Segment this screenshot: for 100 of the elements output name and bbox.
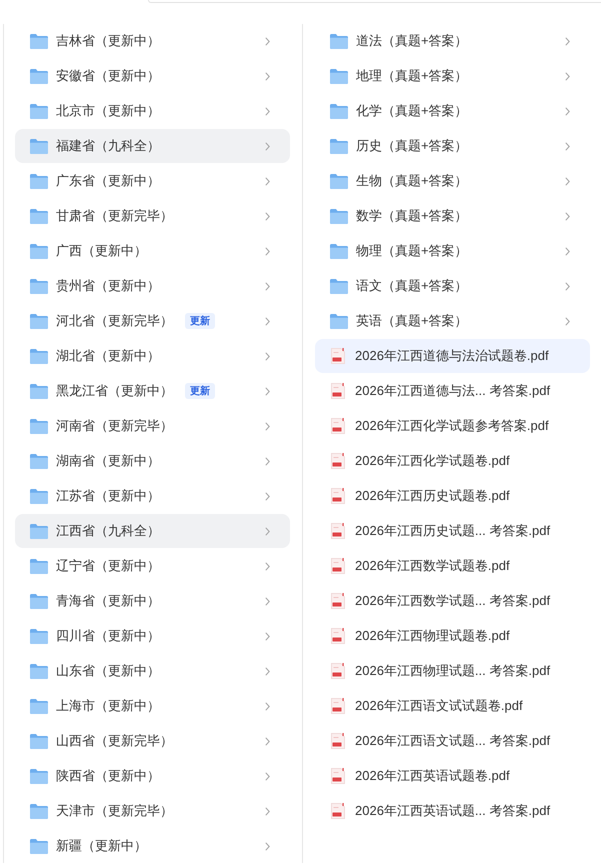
folder-icon (330, 68, 348, 84)
folder-name: 黑龙江省（更新中） (56, 382, 173, 400)
folder-row[interactable]: 河北省（更新完毕） 更新 (15, 304, 290, 338)
chevron-icon (265, 562, 270, 570)
folder-row[interactable]: 天津市（更新完毕） (15, 794, 290, 828)
file-row[interactable]: 2026年江西物理试题... 考答案.pdf (315, 654, 590, 688)
folder-icon (30, 314, 48, 328)
chevron-icon (265, 736, 270, 746)
folder-row[interactable]: 英语（真题+答案） (315, 304, 590, 338)
folder-row[interactable]: 甘肃省（更新完毕） (15, 199, 290, 233)
folder-icon (30, 734, 48, 748)
chevron-icon (265, 106, 270, 116)
folder-row[interactable]: 上海市（更新中） (15, 689, 290, 723)
folder-row[interactable]: 北京市（更新中） (15, 94, 290, 128)
folder-icon (30, 384, 48, 398)
update-tag: 更新 (185, 313, 215, 329)
folder-row[interactable]: 山东省（更新中） (15, 654, 290, 688)
chevron-icon (265, 666, 270, 676)
folder-name: 河南省（更新完毕） (56, 417, 173, 435)
folder-icon (30, 278, 48, 294)
folder-name: 广西（更新中） (56, 242, 147, 260)
folder-row[interactable]: 江西省（九科全） (15, 514, 290, 548)
folder-name: 湖北省（更新中） (56, 347, 160, 365)
folder-name: 广东省（更新中） (56, 172, 160, 190)
folder-row[interactable]: 山西省（更新完毕） (15, 724, 290, 758)
folder-name: 新疆（更新中） (56, 837, 147, 855)
folder-row[interactable]: 江苏省（更新中） (15, 479, 290, 513)
folder-icon (30, 418, 48, 434)
folder-row[interactable]: 广东省（更新中） (15, 164, 290, 198)
document-icon (331, 418, 345, 434)
file-row[interactable]: 2026年江西道德与法... 考答案.pdf (315, 374, 590, 408)
folder-icon (330, 208, 348, 224)
file-name: 2026年江西历史试题... 考答案.pdf (355, 522, 550, 540)
document-icon (331, 348, 345, 364)
chevron-icon (565, 106, 570, 116)
folder-name: 湖南省（更新中） (56, 452, 160, 470)
folder-row[interactable]: 吉林省（更新中） (15, 24, 290, 58)
folder-row[interactable]: 湖南省（更新中） (15, 444, 290, 478)
folder-icon (30, 104, 48, 118)
folder-icon (30, 524, 48, 538)
folder-row[interactable]: 新疆（更新中） (15, 829, 290, 863)
folder-icon (330, 138, 348, 154)
chevron-icon (265, 596, 270, 606)
folder-name: 上海市（更新中） (56, 697, 160, 715)
folder-row[interactable]: 黑龙江省（更新中） 更新 (15, 374, 290, 408)
folder-row[interactable]: 陕西省（更新中） (15, 759, 290, 793)
update-tag: 更新 (185, 383, 215, 399)
document-icon (331, 453, 345, 469)
file-row[interactable]: 2026年江西语文试题... 考答案.pdf (315, 724, 590, 758)
folder-icon (30, 174, 48, 188)
folder-name: 化学（真题+答案） (356, 102, 468, 120)
folder-name: 北京市（更新中） (56, 102, 160, 120)
folder-row[interactable]: 河南省（更新完毕） (15, 409, 290, 443)
folder-icon (30, 768, 48, 784)
folder-row[interactable]: 湖北省（更新中） (15, 339, 290, 373)
file-row[interactable]: 2026年江西化学试题卷.pdf (315, 444, 590, 478)
file-row[interactable]: 2026年江西英语试题卷.pdf (315, 759, 590, 793)
folder-icon (30, 594, 48, 608)
folder-icon (30, 488, 48, 504)
folder-row[interactable]: 福建省（九科全） (15, 129, 290, 163)
folder-row[interactable]: 青海省（更新中） (15, 584, 290, 618)
folder-row[interactable]: 语文（真题+答案） (315, 269, 590, 303)
folder-row[interactable]: 四川省（更新中） (15, 619, 290, 653)
folder-name: 陕西省（更新中） (56, 767, 160, 785)
file-row[interactable]: 2026年江西物理试题卷.pdf (315, 619, 590, 653)
folder-name: 历史（真题+答案） (356, 137, 468, 155)
file-name: 2026年江西语文试题... 考答案.pdf (355, 732, 550, 750)
file-row[interactable]: 2026年江西道德与法治试题卷.pdf (315, 339, 590, 373)
folder-name: 物理（真题+答案） (356, 242, 468, 260)
chevron-icon (265, 142, 270, 150)
file-row[interactable]: 2026年江西数学试题... 考答案.pdf (315, 584, 590, 618)
chevron-icon (265, 526, 270, 536)
file-row[interactable]: 2026年江西数学试题卷.pdf (315, 549, 590, 583)
folder-icon (30, 664, 48, 678)
file-name: 2026年江西历史试题卷.pdf (355, 487, 510, 505)
folder-name: 四川省（更新中） (56, 627, 160, 645)
folder-icon (330, 174, 348, 188)
chevron-icon (265, 176, 270, 186)
file-name: 2026年江西化学试题参考答案.pdf (355, 417, 549, 435)
file-row[interactable]: 2026年江西历史试题... 考答案.pdf (315, 514, 590, 548)
file-row[interactable]: 2026年江西语文试试题卷.pdf (315, 689, 590, 723)
document-icon (331, 593, 345, 609)
folder-name: 青海省（更新中） (56, 592, 160, 610)
folder-name: 辽宁省（更新中） (56, 557, 160, 575)
folder-row[interactable]: 生物（真题+答案） (315, 164, 590, 198)
folder-row[interactable]: 安徽省（更新中） (15, 59, 290, 93)
file-row[interactable]: 2026年江西英语试题... 考答案.pdf (315, 794, 590, 828)
folder-row[interactable]: 辽宁省（更新中） (15, 549, 290, 583)
folder-row[interactable]: 数学（真题+答案） (315, 199, 590, 233)
folder-name: 语文（真题+答案） (356, 277, 468, 295)
folder-row[interactable]: 贵州省（更新中） (15, 269, 290, 303)
folder-row[interactable]: 道法（真题+答案） (315, 24, 590, 58)
folder-row[interactable]: 历史（真题+答案） (315, 129, 590, 163)
folder-row[interactable]: 地理（真题+答案） (315, 59, 590, 93)
folder-row[interactable]: 物理（真题+答案） (315, 234, 590, 268)
file-row[interactable]: 2026年江西化学试题参考答案.pdf (315, 409, 590, 443)
folder-row[interactable]: 广西（更新中） (15, 234, 290, 268)
chevron-icon (265, 772, 270, 780)
folder-row[interactable]: 化学（真题+答案） (315, 94, 590, 128)
file-row[interactable]: 2026年江西历史试题卷.pdf (315, 479, 590, 513)
